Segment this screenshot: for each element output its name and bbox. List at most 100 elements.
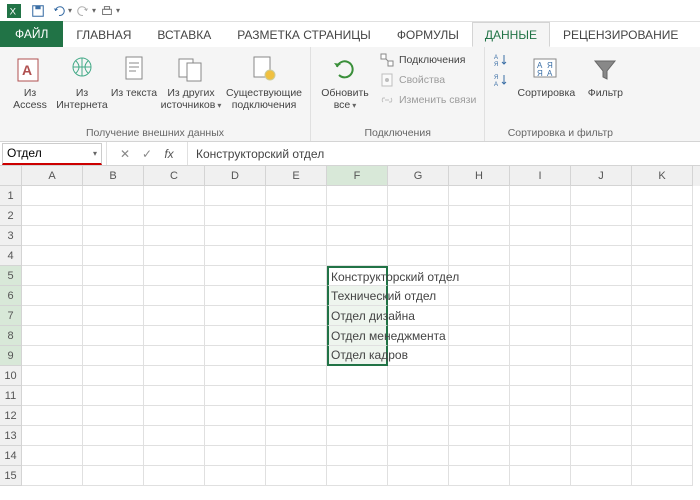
cell-I10[interactable] — [510, 366, 571, 386]
cell-D5[interactable] — [205, 266, 266, 286]
cell-F10[interactable] — [327, 366, 388, 386]
cell-I5[interactable] — [510, 266, 571, 286]
cell-H11[interactable] — [449, 386, 510, 406]
cell-D13[interactable] — [205, 426, 266, 446]
sort-asc-button[interactable]: АЯ — [491, 51, 511, 69]
cell-E1[interactable] — [266, 186, 327, 206]
cell-E10[interactable] — [266, 366, 327, 386]
cell-I1[interactable] — [510, 186, 571, 206]
col-header-B[interactable]: B — [83, 166, 144, 186]
row-header-13[interactable]: 13 — [0, 426, 22, 446]
cell-K12[interactable] — [632, 406, 693, 426]
cell-G12[interactable] — [388, 406, 449, 426]
sort-desc-button[interactable]: ЯА — [491, 71, 511, 89]
cell-A10[interactable] — [22, 366, 83, 386]
from-other-button[interactable]: Из других источников▾ — [162, 51, 220, 111]
cell-I2[interactable] — [510, 206, 571, 226]
col-header-F[interactable]: F — [327, 166, 388, 186]
cell-I6[interactable] — [510, 286, 571, 306]
cell-C4[interactable] — [144, 246, 205, 266]
cell-G10[interactable] — [388, 366, 449, 386]
cell-J6[interactable] — [571, 286, 632, 306]
cell-C8[interactable] — [144, 326, 205, 346]
cell-E6[interactable] — [266, 286, 327, 306]
row-header-12[interactable]: 12 — [0, 406, 22, 426]
cell-I13[interactable] — [510, 426, 571, 446]
cell-H4[interactable] — [449, 246, 510, 266]
col-header-G[interactable]: G — [388, 166, 449, 186]
cell-F8[interactable]: Отдел менеджмента — [327, 326, 388, 346]
cell-E12[interactable] — [266, 406, 327, 426]
row-header-10[interactable]: 10 — [0, 366, 22, 386]
row-header-5[interactable]: 5 — [0, 266, 22, 286]
cell-D2[interactable] — [205, 206, 266, 226]
redo-icon[interactable]: ▾ — [76, 2, 96, 20]
cell-J7[interactable] — [571, 306, 632, 326]
row-header-15[interactable]: 15 — [0, 466, 22, 486]
col-header-K[interactable]: K — [632, 166, 693, 186]
quickprint-icon[interactable]: ▾ — [100, 2, 120, 20]
cell-I3[interactable] — [510, 226, 571, 246]
name-box[interactable]: ▾ — [2, 143, 102, 165]
cell-A12[interactable] — [22, 406, 83, 426]
cell-B11[interactable] — [83, 386, 144, 406]
row-header-14[interactable]: 14 — [0, 446, 22, 466]
cell-J15[interactable] — [571, 466, 632, 486]
name-box-dropdown-icon[interactable]: ▾ — [93, 149, 97, 158]
cell-B8[interactable] — [83, 326, 144, 346]
row-header-2[interactable]: 2 — [0, 206, 22, 226]
tab-home[interactable]: ГЛАВНАЯ — [63, 22, 144, 47]
cell-F14[interactable] — [327, 446, 388, 466]
tab-review[interactable]: РЕЦЕНЗИРОВАНИЕ — [550, 22, 691, 47]
cell-A7[interactable] — [22, 306, 83, 326]
cell-K14[interactable] — [632, 446, 693, 466]
col-header-D[interactable]: D — [205, 166, 266, 186]
filter-button[interactable]: Фильтр — [581, 51, 629, 99]
cell-E8[interactable] — [266, 326, 327, 346]
cell-G1[interactable] — [388, 186, 449, 206]
cell-J10[interactable] — [571, 366, 632, 386]
cell-K10[interactable] — [632, 366, 693, 386]
row-header-1[interactable]: 1 — [0, 186, 22, 206]
cell-C14[interactable] — [144, 446, 205, 466]
cell-C15[interactable] — [144, 466, 205, 486]
tab-pagelayout[interactable]: РАЗМЕТКА СТРАНИЦЫ — [224, 22, 384, 47]
cell-C5[interactable] — [144, 266, 205, 286]
cell-G2[interactable] — [388, 206, 449, 226]
connections-button[interactable]: Подключения — [377, 51, 478, 69]
col-header-J[interactable]: J — [571, 166, 632, 186]
cell-H2[interactable] — [449, 206, 510, 226]
row-header-9[interactable]: 9 — [0, 346, 22, 366]
cell-D14[interactable] — [205, 446, 266, 466]
cell-B7[interactable] — [83, 306, 144, 326]
cell-J11[interactable] — [571, 386, 632, 406]
cell-D9[interactable] — [205, 346, 266, 366]
cell-K6[interactable] — [632, 286, 693, 306]
properties-button[interactable]: Свойства — [377, 71, 478, 89]
cell-K5[interactable] — [632, 266, 693, 286]
cell-A8[interactable] — [22, 326, 83, 346]
cell-E3[interactable] — [266, 226, 327, 246]
cell-A6[interactable] — [22, 286, 83, 306]
cell-C9[interactable] — [144, 346, 205, 366]
accept-formula-icon[interactable]: ✓ — [137, 145, 157, 163]
cell-E15[interactable] — [266, 466, 327, 486]
cell-F15[interactable] — [327, 466, 388, 486]
cell-C3[interactable] — [144, 226, 205, 246]
row-header-3[interactable]: 3 — [0, 226, 22, 246]
cell-G15[interactable] — [388, 466, 449, 486]
cell-J13[interactable] — [571, 426, 632, 446]
cell-G4[interactable] — [388, 246, 449, 266]
cell-A5[interactable] — [22, 266, 83, 286]
col-header-I[interactable]: I — [510, 166, 571, 186]
cell-E11[interactable] — [266, 386, 327, 406]
row-header-11[interactable]: 11 — [0, 386, 22, 406]
cell-F7[interactable]: Отдел дизайна — [327, 306, 388, 326]
cell-D15[interactable] — [205, 466, 266, 486]
cell-H7[interactable] — [449, 306, 510, 326]
cell-H13[interactable] — [449, 426, 510, 446]
cell-H15[interactable] — [449, 466, 510, 486]
from-text-button[interactable]: Из текста — [110, 51, 158, 99]
cell-I12[interactable] — [510, 406, 571, 426]
col-header-A[interactable]: A — [22, 166, 83, 186]
